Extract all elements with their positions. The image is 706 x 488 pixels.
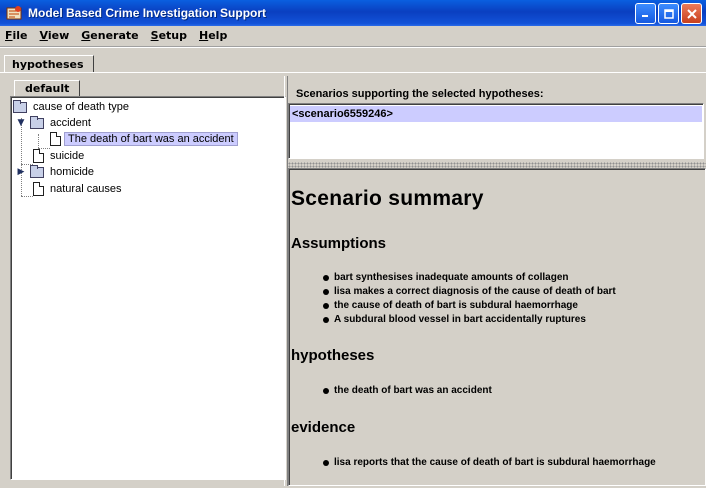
tree-node-suicide[interactable]: suicide [33, 148, 87, 164]
hypotheses-list: the death of bart was an accident [323, 384, 492, 398]
tree-connector [21, 196, 33, 197]
scenarios-header: Scenarios supporting the selected hypoth… [296, 88, 544, 100]
hypothesis-tree[interactable]: cause of death type ▼ accident The death… [10, 96, 286, 480]
document-icon [50, 132, 61, 146]
menu-view-mnemonic: V [39, 29, 48, 42]
list-item: the death of bart was an accident [323, 384, 492, 398]
menu-setup-mnemonic: S [150, 29, 159, 42]
close-button[interactable] [681, 3, 702, 24]
folder-icon [30, 164, 44, 178]
tab-hypotheses[interactable]: hypotheses [4, 55, 94, 73]
menu-generate-mnemonic: G [81, 29, 91, 42]
summary-title: Scenario summary [291, 187, 484, 210]
assumptions-list: bart synthesises inadequate amounts of c… [323, 271, 616, 327]
tree-node-label: natural causes [50, 183, 122, 195]
minimize-icon [642, 15, 648, 17]
tree-node-accident[interactable]: accident [30, 115, 94, 131]
tree-node-label: accident [50, 117, 91, 129]
folder-icon [13, 99, 27, 113]
list-item: lisa makes a correct diagnosis of the ca… [323, 285, 616, 299]
menu-separator [0, 46, 706, 48]
menu-help-mnemonic: H [199, 29, 209, 42]
menu-file[interactable]: File [4, 29, 29, 42]
menu-help-label: elp [208, 29, 228, 42]
menu-view-label: iew [47, 29, 70, 42]
hypotheses-heading: hypotheses [291, 347, 375, 364]
tree-node-natural-causes[interactable]: natural causes [33, 181, 125, 197]
tree-node-homicide[interactable]: homicide [30, 164, 97, 180]
outer-tab-strip: hypotheses [4, 55, 94, 73]
scenario-summary-panel: Scenario summary Assumptions bart synthe… [288, 168, 706, 486]
title-bar[interactable]: Model Based Crime Investigation Support [0, 0, 706, 26]
window-title: Model Based Crime Investigation Support [28, 6, 267, 20]
tree-connector [21, 118, 22, 196]
maximize-icon [663, 8, 674, 19]
tab-default[interactable]: default [14, 80, 81, 97]
menu-setup[interactable]: Setup [150, 29, 188, 42]
tree-node-accident-hypothesis[interactable]: The death of bart was an accident [50, 131, 238, 147]
list-item: A subdural blood vessel in bart accident… [323, 313, 616, 327]
list-item: lisa reports that the cause of death of … [323, 456, 656, 470]
app-icon [6, 5, 22, 21]
menu-setup-label: etup [158, 29, 187, 42]
tree-node-label: cause of death type [33, 101, 130, 113]
folder-icon [30, 115, 44, 129]
maximize-button[interactable] [658, 3, 679, 24]
scenario-list-item[interactable]: <scenario6559246> [290, 106, 702, 122]
menu-help[interactable]: Help [198, 29, 228, 42]
menu-generate[interactable]: Generate [80, 29, 139, 42]
menu-file-label: ile [12, 29, 28, 42]
menu-view[interactable]: View [39, 29, 71, 42]
tree-node-root[interactable]: cause of death type [13, 99, 132, 115]
evidence-heading: evidence [291, 419, 356, 436]
evidence-list: lisa reports that the cause of death of … [323, 456, 656, 470]
collapse-handle-icon[interactable]: ▼ [16, 118, 26, 128]
document-icon [33, 149, 44, 163]
menu-bar: File View Generate Setup Help [0, 26, 706, 45]
scenario-list[interactable]: <scenario6559246> [288, 103, 704, 159]
expand-handle-icon[interactable]: ▶ [16, 167, 26, 177]
list-item: the cause of death of bart is subdural h… [323, 299, 616, 313]
list-item: bart synthesises inadequate amounts of c… [323, 271, 616, 285]
assumptions-heading: Assumptions [291, 235, 387, 252]
document-icon [33, 182, 44, 196]
left-pane: default cause of death type ▼ accident T… [6, 76, 286, 484]
close-icon [686, 8, 697, 19]
tab-strip-line [0, 72, 706, 73]
tree-node-label: homicide [50, 166, 95, 178]
minimize-button[interactable] [635, 3, 656, 24]
tree-connector [38, 134, 39, 148]
menu-generate-label: enerate [90, 29, 139, 42]
tree-node-label-selected: The death of bart was an accident [64, 132, 238, 146]
tree-node-label: suicide [50, 150, 85, 162]
menu-file-mnemonic: F [5, 29, 13, 42]
